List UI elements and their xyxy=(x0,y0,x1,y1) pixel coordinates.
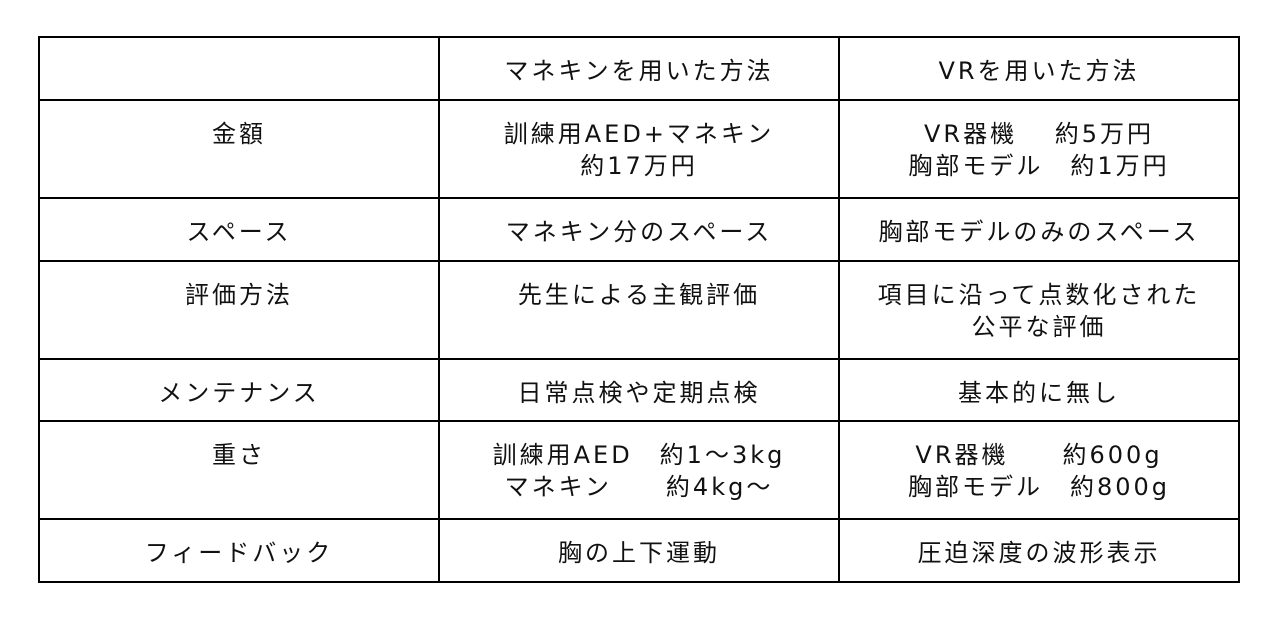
header-cell-vr: VRを用いた方法 xyxy=(838,36,1240,101)
cell-vr-evaluation: 項目に沿って点数化された 公平な評価 xyxy=(838,260,1240,360)
table-row: メンテナンス 日常点検や定期点検 基本的に無し xyxy=(38,358,1240,422)
row-label-feedback: フィードバック xyxy=(38,518,440,583)
cell-vr-cost: VR器機 約5万円 胸部モデル 約1万円 xyxy=(838,99,1240,199)
cell-mannequin-space: マネキン分のスペース xyxy=(438,197,840,262)
cell-vr-weight: VR器機 約600g 胸部モデル 約800g xyxy=(838,420,1240,520)
table-row: フィードバック 胸の上下運動 圧迫深度の波形表示 xyxy=(38,518,1240,583)
table-row: 重さ 訓練用AED 約1～3kg マネキン 約4kg～ VR器機 約600g 胸… xyxy=(38,420,1240,520)
header-cell-mannequin: マネキンを用いた方法 xyxy=(438,36,840,101)
cell-mannequin-maintenance: 日常点検や定期点検 xyxy=(438,358,840,422)
cell-mannequin-evaluation: 先生による主観評価 xyxy=(438,260,840,360)
cell-vr-space: 胸部モデルのみのスペース xyxy=(838,197,1240,262)
table-row: スペース マネキン分のスペース 胸部モデルのみのスペース xyxy=(38,197,1240,262)
cell-mannequin-weight: 訓練用AED 約1～3kg マネキン 約4kg～ xyxy=(438,420,840,520)
row-label-cost: 金額 xyxy=(38,99,440,199)
table-row: 評価方法 先生による主観評価 項目に沿って点数化された 公平な評価 xyxy=(38,260,1240,360)
cell-mannequin-cost: 訓練用AED+マネキン 約17万円 xyxy=(438,99,840,199)
cell-mannequin-feedback: 胸の上下運動 xyxy=(438,518,840,583)
table-row: 金額 訓練用AED+マネキン 約17万円 VR器機 約5万円 胸部モデル 約1万… xyxy=(38,99,1240,199)
row-label-evaluation: 評価方法 xyxy=(38,260,440,360)
cell-vr-maintenance: 基本的に無し xyxy=(838,358,1240,422)
cell-vr-feedback: 圧迫深度の波形表示 xyxy=(838,518,1240,583)
header-cell-empty xyxy=(38,36,440,101)
row-label-maintenance: メンテナンス xyxy=(38,358,440,422)
table-header-row: マネキンを用いた方法 VRを用いた方法 xyxy=(38,36,1240,101)
row-label-weight: 重さ xyxy=(38,420,440,520)
row-label-space: スペース xyxy=(38,197,440,262)
comparison-table: マネキンを用いた方法 VRを用いた方法 金額 訓練用AED+マネキン 約17万円… xyxy=(38,36,1240,583)
